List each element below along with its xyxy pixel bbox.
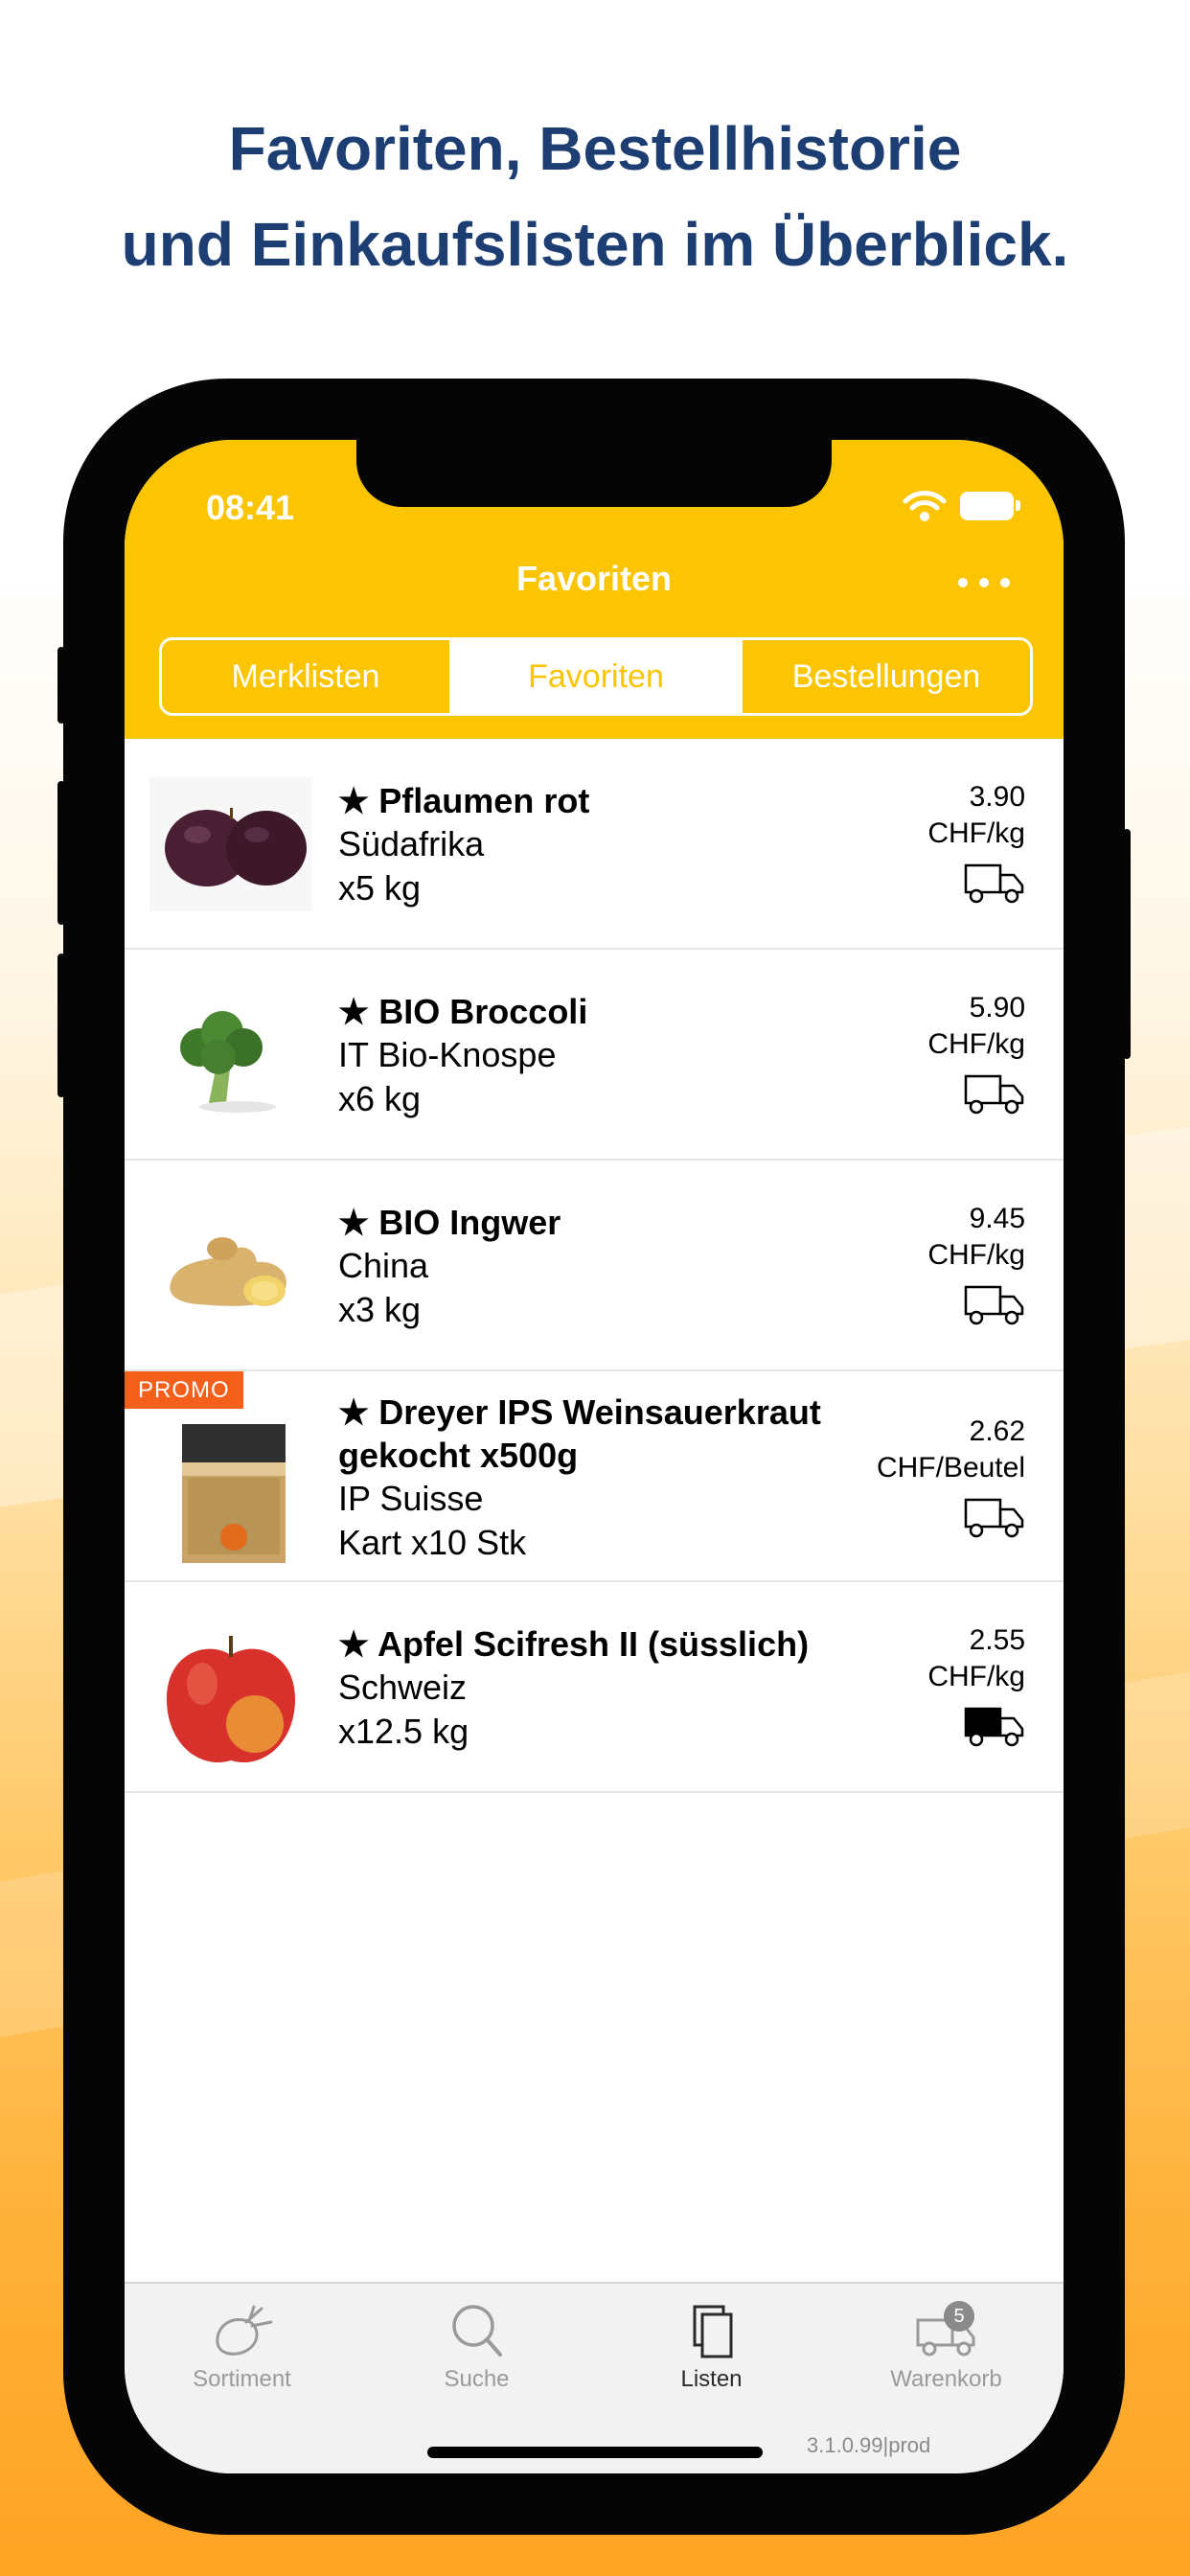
- tab-label: Listen: [680, 2366, 743, 2392]
- product-price: 5.90: [969, 992, 1025, 1024]
- product-origin: Südafrika: [338, 824, 485, 863]
- mute-switch: [57, 647, 65, 724]
- product-name: ★ Pflaumen rot: [338, 781, 590, 820]
- product-quantity: x3 kg: [338, 1290, 422, 1329]
- segment-favoriten[interactable]: Favoriten: [452, 640, 743, 713]
- delivery-truck-icon[interactable]: [964, 1494, 1025, 1540]
- list-item[interactable]: PROMO ★ Dreyer IPS Weinsauerkraut gekoch…: [125, 1371, 1064, 1582]
- product-unit: CHF/kg: [927, 1239, 1025, 1271]
- tab-label: Sortiment: [193, 2366, 291, 2392]
- status-time: 08:41: [206, 488, 295, 527]
- phone-frame: 08:41 Favoriten Merklisten Favoriten Bes…: [57, 379, 1131, 2535]
- list-segmented-control: Merklisten Favoriten Bestellungen: [159, 637, 1033, 716]
- product-quantity: x5 kg: [338, 868, 422, 908]
- product-price: 2.55: [969, 1624, 1025, 1656]
- plum-image: [149, 777, 312, 911]
- tab-listen[interactable]: Listen: [594, 2301, 829, 2393]
- product-quantity: Kart x10 Stk: [338, 1523, 527, 1562]
- list-item[interactable]: ★ BIO Broccoli IT Bio-Knospe x6 kg 5.90 …: [125, 950, 1064, 1161]
- nav-title: Favoriten: [515, 559, 673, 598]
- product-origin: China: [338, 1246, 429, 1285]
- list-item[interactable]: ★ Pflaumen rot Südafrika x5 kg 3.90 CHF/…: [125, 739, 1064, 950]
- search-icon: [451, 2305, 502, 2357]
- list-item[interactable]: ★ BIO Ingwer China x3 kg 9.45 CHF/kg: [125, 1161, 1064, 1371]
- product-unit: CHF/kg: [927, 1661, 1025, 1692]
- product-name: ★ BIO Broccoli: [338, 992, 588, 1031]
- battery-icon: [960, 492, 1014, 520]
- segment-merklisten[interactable]: Merklisten: [162, 640, 452, 713]
- tab-warenkorb[interactable]: 5 Warenkorb: [829, 2301, 1064, 2393]
- product-price: 9.45: [969, 1203, 1025, 1234]
- tab-label: Suche: [444, 2366, 510, 2392]
- power-button: [1123, 829, 1131, 1059]
- ginger-image: [149, 1199, 312, 1333]
- notch: [356, 440, 832, 507]
- volume-up-button: [57, 781, 65, 925]
- vegetable-icon: [215, 2305, 272, 2356]
- headline-line-2: und Einkaufslisten im Überblick.: [121, 210, 1069, 279]
- apple-image: [149, 1621, 312, 1766]
- cart-count-badge: 5: [944, 2301, 974, 2332]
- sauerkraut-package-image: [149, 1414, 312, 1563]
- headline: Favoriten, Bestellhistorie und Einkaufsl…: [0, 101, 1190, 292]
- product-name: ★ BIO Ingwer: [338, 1203, 561, 1242]
- product-unit: CHF/kg: [927, 817, 1025, 849]
- product-origin: IT Bio-Knospe: [338, 1035, 557, 1074]
- delivery-truck-filled-icon[interactable]: [964, 1703, 1025, 1749]
- product-price: 3.90: [969, 781, 1025, 813]
- phone-screen: 08:41 Favoriten Merklisten Favoriten Bes…: [125, 440, 1064, 2473]
- promo-badge: PROMO: [125, 1371, 243, 1409]
- favorites-list: ★ Pflaumen rot Südafrika x5 kg 3.90 CHF/…: [125, 739, 1064, 1793]
- product-name: ★ Apfel Scifresh II (süsslich): [338, 1624, 810, 1664]
- lists-icon: [693, 2305, 732, 2358]
- battery-cap: [1016, 500, 1020, 511]
- product-origin: Schweiz: [338, 1668, 468, 1707]
- product-unit: CHF/kg: [927, 1028, 1025, 1060]
- product-origin: IP Suisse: [338, 1479, 484, 1518]
- more-options-icon[interactable]: [958, 574, 1012, 593]
- delivery-truck-icon[interactable]: [964, 1070, 1025, 1116]
- delivery-truck-icon[interactable]: [964, 1281, 1025, 1327]
- product-quantity: x12.5 kg: [338, 1712, 469, 1751]
- home-indicator[interactable]: [427, 2447, 763, 2458]
- volume-down-button: [57, 954, 65, 1097]
- tab-suche[interactable]: Suche: [359, 2301, 594, 2393]
- product-unit: CHF/Beutel: [876, 1452, 1025, 1484]
- app-version: 3.1.0.99|prod: [807, 2433, 931, 2457]
- segment-bestellungen[interactable]: Bestellungen: [743, 640, 1030, 713]
- product-price: 2.62: [969, 1415, 1025, 1447]
- tab-sortiment[interactable]: Sortiment: [125, 2301, 359, 2393]
- list-item[interactable]: ★ Apfel Scifresh II (süsslich) Schweiz x…: [125, 1582, 1064, 1793]
- delivery-truck-icon[interactable]: [964, 860, 1025, 906]
- wifi-icon: [903, 491, 947, 521]
- broccoli-image: [149, 988, 312, 1122]
- tab-label: Warenkorb: [890, 2366, 1002, 2392]
- headline-line-1: Favoriten, Bestellhistorie: [228, 114, 962, 183]
- product-name: ★ Dreyer IPS Weinsauerkraut gekocht x500…: [338, 1392, 821, 1475]
- product-quantity: x6 kg: [338, 1079, 422, 1118]
